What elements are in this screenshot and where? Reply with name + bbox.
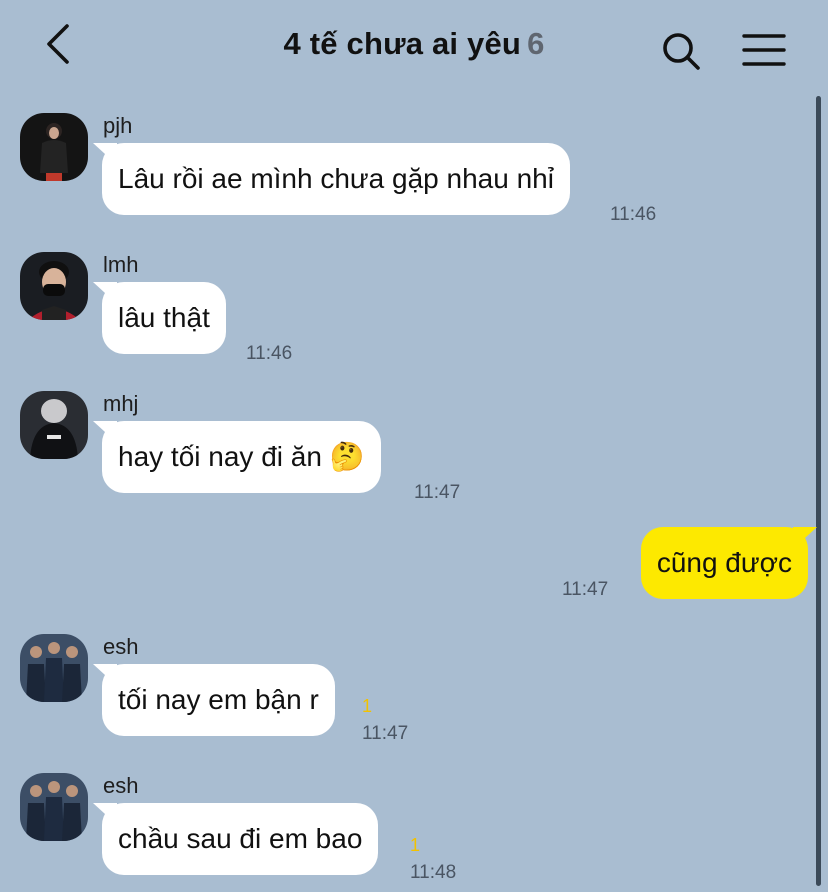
avatar[interactable] <box>20 773 88 841</box>
chat-header: 4 tế chưa ai yêu 6 <box>0 0 828 92</box>
message-time: 11:47 <box>562 579 609 600</box>
message-bubble[interactable]: tối nay em bận r <box>102 664 335 736</box>
avatar-photo-icon <box>20 252 88 320</box>
avatar[interactable] <box>20 634 88 702</box>
member-count: 6 <box>527 26 545 61</box>
search-button[interactable] <box>660 30 702 72</box>
sender-name: esh <box>103 773 139 798</box>
sender-name: pjh <box>103 113 133 138</box>
message-bubble[interactable]: Lâu rồi ae mình chưa gặp nhau nhỉ <box>102 143 570 215</box>
message-time: 11:46 <box>246 343 293 364</box>
search-icon <box>663 33 700 70</box>
hamburger-menu-icon <box>742 34 786 66</box>
sender-name: mhj <box>103 391 139 416</box>
avatar[interactable] <box>20 252 88 320</box>
scrollbar[interactable] <box>816 96 821 886</box>
chat-room-name: 4 tế chưa ai yêu <box>283 26 522 61</box>
avatar-photo-icon <box>20 634 88 702</box>
sender-name: esh <box>103 634 139 659</box>
avatar-photo-icon <box>20 773 88 841</box>
unread-count: 1 <box>362 696 373 716</box>
chat-title: 4 tế chưa ai yêu 6 <box>0 26 828 62</box>
avatar[interactable] <box>20 391 88 459</box>
message-time: 11:47 <box>362 723 409 744</box>
menu-button[interactable] <box>742 32 786 68</box>
avatar-photo-icon <box>20 113 88 181</box>
message-time: 11:46 <box>610 204 657 225</box>
message-bubble[interactable]: chầu sau đi em bao <box>102 803 379 875</box>
message-time: 11:48 <box>410 862 457 883</box>
message-bubble[interactable]: hay tối nay đi ăn 🤔 <box>102 421 381 493</box>
message-bubble[interactable]: lâu thật <box>102 282 226 354</box>
message-time: 11:47 <box>414 482 461 503</box>
avatar-photo-icon <box>20 391 88 459</box>
avatar[interactable] <box>20 113 88 181</box>
outgoing-message-bubble[interactable]: cũng được <box>640 527 808 599</box>
unread-count: 1 <box>410 835 421 855</box>
sender-name: lmh <box>103 252 139 277</box>
